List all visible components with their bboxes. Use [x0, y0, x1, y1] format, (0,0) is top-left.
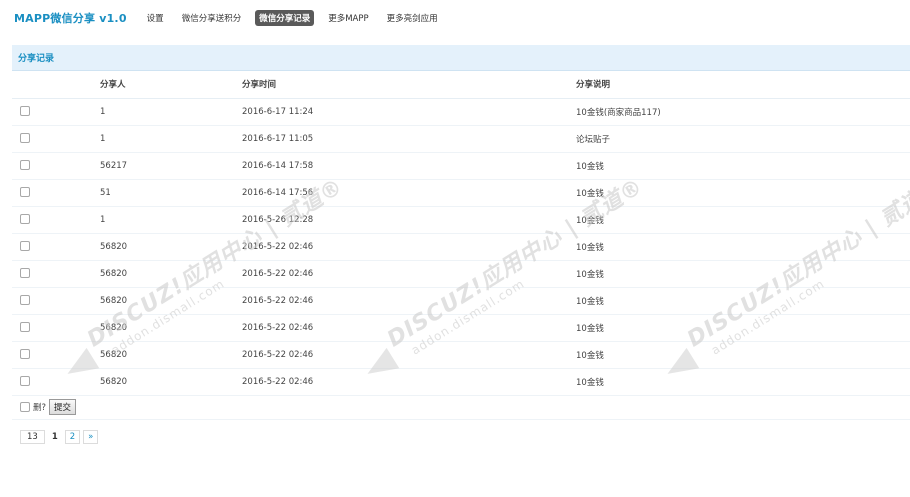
table-row: 56820 2016-5-22 02:46 10金钱	[12, 341, 910, 369]
header-share-desc: 分享说明	[576, 71, 910, 99]
cell-time: 2016-6-17 11:24	[242, 98, 576, 126]
pager-next-icon[interactable]: »	[83, 429, 99, 444]
row-checkbox[interactable]	[20, 376, 30, 387]
bulk-action-row: 删? 提交	[12, 396, 910, 420]
row-checkbox[interactable]	[20, 187, 30, 198]
row-checkbox[interactable]	[20, 214, 30, 225]
panel-title: 分享记录	[18, 54, 55, 64]
cell-sharer: 1	[100, 98, 242, 126]
cell-sharer: 56820	[100, 287, 242, 315]
pagination: 13 1 2 »	[12, 429, 910, 444]
cell-desc: 10金钱(商家商品117)	[576, 98, 910, 126]
table-row: 56820 2016-5-22 02:46 10金钱	[12, 368, 910, 396]
header-checkbox-col	[12, 71, 100, 99]
cell-time: 2016-6-14 17:56	[242, 179, 576, 207]
share-records-panel: 分享记录 分享人 分享时间 分享说明 1 2016-6-17 11:24 10金…	[12, 45, 910, 444]
table-row: 56820 2016-5-22 02:46 10金钱	[12, 314, 910, 342]
pager-total: 13	[20, 429, 45, 444]
panel-header: 分享记录	[12, 45, 910, 71]
cell-time: 2016-5-22 02:46	[242, 314, 576, 342]
cell-sharer: 1	[100, 206, 242, 234]
cell-sharer: 56820	[100, 368, 242, 396]
table-header-row: 分享人 分享时间 分享说明	[12, 71, 910, 99]
row-checkbox[interactable]	[20, 295, 30, 306]
cell-desc: 10金钱	[576, 233, 910, 261]
cell-desc: 10金钱	[576, 341, 910, 369]
table-row: 1 2016-6-17 11:24 10金钱(商家商品117)	[12, 98, 910, 126]
nav-more-mapp[interactable]: 更多MAPP	[324, 10, 372, 26]
pager-page-2[interactable]: 2	[64, 429, 81, 444]
cell-desc: 论坛贴子	[576, 125, 910, 153]
row-checkbox[interactable]	[20, 160, 30, 171]
cell-time: 2016-5-22 02:46	[242, 233, 576, 261]
cell-sharer: 56820	[100, 233, 242, 261]
nav-share-records[interactable]: 微信分享记录	[255, 10, 315, 26]
cell-time: 2016-5-22 02:46	[242, 368, 576, 396]
submit-button[interactable]: 提交	[49, 399, 77, 415]
cell-desc: 10金钱	[576, 206, 910, 234]
row-checkbox[interactable]	[20, 322, 30, 333]
nav-more-apps[interactable]: 更多亮剑应用	[383, 10, 442, 26]
cell-time: 2016-5-22 02:46	[242, 287, 576, 315]
row-checkbox[interactable]	[20, 106, 30, 117]
cell-sharer: 1	[100, 125, 242, 153]
cell-time: 2016-5-22 02:46	[242, 260, 576, 288]
nav-share-reward[interactable]: 微信分享送积分	[178, 10, 246, 26]
row-checkbox[interactable]	[20, 349, 30, 360]
table-row: 51 2016-6-14 17:56 10金钱	[12, 179, 910, 207]
table-row: 1 2016-6-17 11:05 论坛贴子	[12, 125, 910, 153]
header-sharer: 分享人	[100, 71, 242, 99]
cell-sharer: 51	[100, 179, 242, 207]
nav-settings[interactable]: 设置	[143, 10, 168, 26]
cell-desc: 10金钱	[576, 314, 910, 342]
header-share-time: 分享时间	[242, 71, 576, 99]
cell-time: 2016-6-17 11:05	[242, 125, 576, 153]
top-bar: MAPP微信分享 v1.0 设置 微信分享送积分 微信分享记录 更多MAPP 更…	[0, 0, 910, 36]
cell-sharer: 56820	[100, 314, 242, 342]
cell-time: 2016-5-22 02:46	[242, 341, 576, 369]
cell-sharer: 56820	[100, 341, 242, 369]
cell-desc: 10金钱	[576, 287, 910, 315]
cell-time: 2016-6-14 17:58	[242, 152, 576, 180]
row-checkbox[interactable]	[20, 133, 30, 144]
cell-desc: 10金钱	[576, 179, 910, 207]
records-table: 分享人 分享时间 分享说明 1 2016-6-17 11:24 10金钱(商家商…	[12, 71, 910, 396]
row-checkbox[interactable]	[20, 268, 30, 279]
table-row: 56820 2016-5-22 02:46 10金钱	[12, 287, 910, 315]
table-row: 1 2016-5-26 12:28 10金钱	[12, 206, 910, 234]
delete-label: 删?	[33, 403, 47, 413]
cell-sharer: 56217	[100, 152, 242, 180]
cell-desc: 10金钱	[576, 368, 910, 396]
cell-desc: 10金钱	[576, 152, 910, 180]
cell-time: 2016-5-26 12:28	[242, 206, 576, 234]
table-row: 56820 2016-5-22 02:46 10金钱	[12, 260, 910, 288]
pager-current-page: 1	[47, 430, 62, 443]
table-row: 56820 2016-5-22 02:46 10金钱	[12, 233, 910, 261]
delete-checkbox[interactable]	[20, 402, 30, 412]
table-row: 56217 2016-6-14 17:58 10金钱	[12, 152, 910, 180]
cell-sharer: 56820	[100, 260, 242, 288]
cell-desc: 10金钱	[576, 260, 910, 288]
row-checkbox[interactable]	[20, 241, 30, 252]
app-title: MAPP微信分享 v1.0	[14, 12, 127, 25]
